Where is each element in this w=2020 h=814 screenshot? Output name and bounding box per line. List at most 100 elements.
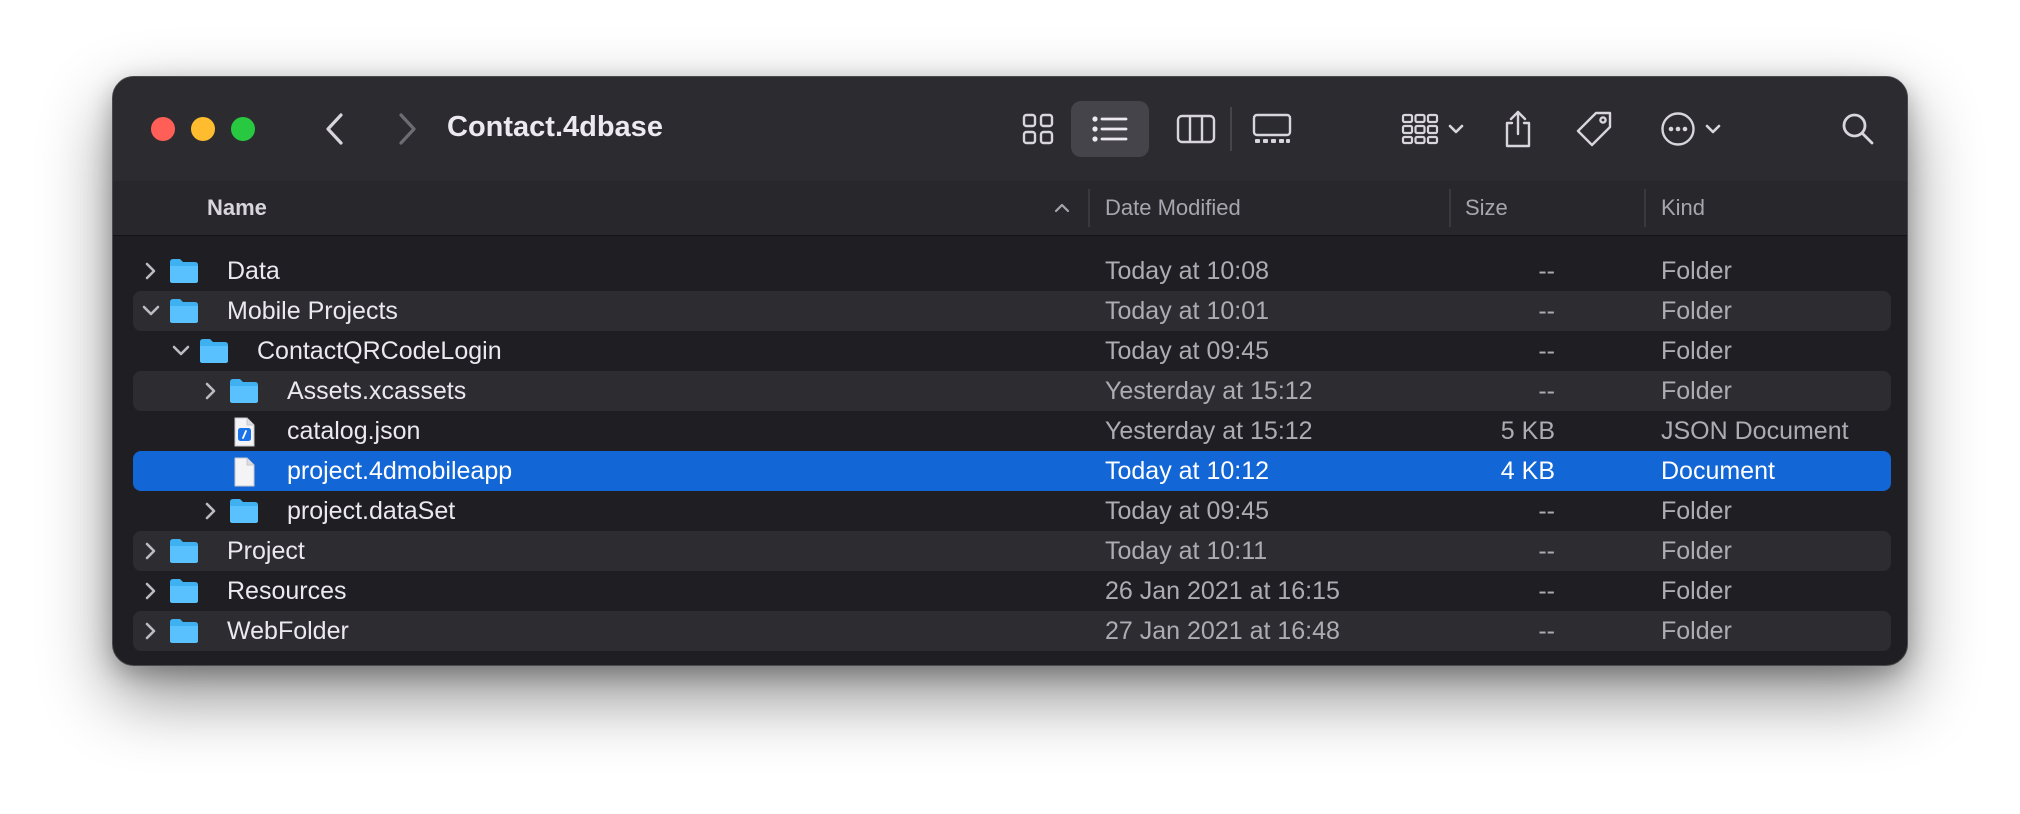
- file-name: WebFolder: [227, 617, 349, 645]
- file-date-modified: 26 Jan 2021 at 16:15: [1105, 577, 1340, 605]
- file-kind: Folder: [1661, 617, 1732, 645]
- file-date-modified: Today at 10:11: [1105, 537, 1268, 565]
- disclosure-collapsed-icon[interactable]: [139, 539, 163, 563]
- file-kind: Folder: [1661, 577, 1732, 605]
- file-date-modified: Today at 10:12: [1105, 457, 1270, 485]
- file-kind: Folder: [1661, 337, 1732, 365]
- file-name: Project: [227, 537, 305, 565]
- file-row[interactable]: Assets.xcassets Yesterday at 15:12 -- Folde…: [133, 371, 1891, 411]
- disclosure-collapsed-icon[interactable]: [199, 499, 223, 523]
- toolbar: Contact.4dbase: [113, 77, 1907, 182]
- tag-icon: [1576, 111, 1612, 147]
- folder-icon: [169, 257, 199, 285]
- file-row[interactable]: Resources 26 Jan 2021 at 16:15 -- Folder: [133, 571, 1891, 611]
- search-button[interactable]: [1833, 101, 1883, 157]
- file-size: --: [1538, 337, 1555, 365]
- file-size: 5 KB: [1500, 417, 1555, 445]
- group-icon: [1401, 113, 1439, 145]
- file-kind: Folder: [1661, 497, 1732, 525]
- maximize-button[interactable]: [231, 117, 255, 141]
- column-view-icon: [1176, 114, 1216, 144]
- folder-icon: [169, 537, 199, 565]
- file-name: ContactQRCodeLogin: [257, 337, 502, 365]
- file-date-modified: 27 Jan 2021 at 16:48: [1105, 617, 1340, 645]
- disclosure-collapsed-icon[interactable]: [199, 379, 223, 403]
- file-row[interactable]: ContactQRCodeLogin Today at 09:45 -- Folder: [133, 331, 1891, 371]
- disclosure-expanded-icon[interactable]: [139, 299, 163, 323]
- file-row[interactable]: project.dataSet Today at 09:45 -- Folder: [133, 491, 1891, 531]
- file-date-modified: Today at 10:08: [1105, 257, 1270, 285]
- toolbar-separator: [1230, 107, 1232, 151]
- forward-button[interactable]: [385, 107, 429, 151]
- column-view-button[interactable]: [1163, 101, 1229, 157]
- minimize-button[interactable]: [191, 117, 215, 141]
- file-size: --: [1538, 577, 1555, 605]
- file-size: --: [1538, 617, 1555, 645]
- group-button[interactable]: [1393, 101, 1473, 157]
- file-size: --: [1538, 297, 1555, 325]
- file-kind: Folder: [1661, 377, 1732, 405]
- list-view-icon: [1092, 116, 1128, 142]
- window-title: Contact.4dbase: [447, 111, 663, 143]
- share-button[interactable]: [1493, 101, 1543, 157]
- column-header-name[interactable]: Name: [207, 181, 267, 235]
- file-name: catalog.json: [287, 417, 421, 445]
- file-row[interactable]: Data Today at 10:08 -- Folder: [133, 251, 1891, 291]
- file-kind: Folder: [1661, 257, 1732, 285]
- file-date-modified: Today at 10:01: [1105, 297, 1270, 325]
- file-name: Data: [227, 257, 280, 285]
- chevron-down-icon: [1448, 124, 1464, 134]
- file-name: project.4dmobileapp: [287, 457, 513, 485]
- file-row[interactable]: project.4dmobileapp Today at 10:12 4 KB Doc…: [133, 451, 1891, 491]
- tag-button[interactable]: [1569, 101, 1619, 157]
- chevron-right-icon: [399, 113, 416, 145]
- close-button[interactable]: [151, 117, 175, 141]
- icon-view-button[interactable]: [1008, 101, 1068, 157]
- file-date-modified: Today at 09:45: [1105, 497, 1270, 525]
- more-actions-button[interactable]: [1649, 101, 1733, 157]
- file-date-modified: Yesterday at 15:12: [1105, 417, 1313, 445]
- file-name: Assets.xcassets: [287, 377, 467, 405]
- search-icon: [1842, 113, 1874, 145]
- file-size: --: [1538, 537, 1555, 565]
- list-view-button[interactable]: [1071, 101, 1149, 157]
- sort-ascending-icon[interactable]: [1053, 201, 1071, 219]
- back-button[interactable]: [313, 107, 357, 151]
- file-row[interactable]: catalog.json Yesterday at 15:12 5 KB JSON D…: [133, 411, 1891, 451]
- file-size: --: [1538, 257, 1555, 285]
- file-row[interactable]: Project Today at 10:11 -- Folder: [133, 531, 1891, 571]
- disclosure-collapsed-icon[interactable]: [139, 619, 163, 643]
- column-header: Name Date Modified Size Kind: [113, 181, 1907, 236]
- file-name: Resources: [227, 577, 347, 605]
- document-icon: [229, 457, 259, 487]
- json-file-icon: [229, 417, 259, 447]
- column-divider[interactable]: [1449, 189, 1451, 227]
- folder-icon: [229, 377, 259, 405]
- file-name: project.dataSet: [287, 497, 456, 525]
- disclosure-collapsed-icon[interactable]: [139, 259, 163, 283]
- file-kind: Document: [1661, 457, 1775, 485]
- column-divider[interactable]: [1088, 189, 1090, 227]
- column-divider[interactable]: [1644, 189, 1646, 227]
- chevron-down-icon: [1705, 124, 1721, 134]
- disclosure-collapsed-icon[interactable]: [139, 579, 163, 603]
- column-header-kind[interactable]: Kind: [1661, 181, 1705, 235]
- column-header-size[interactable]: Size: [1465, 181, 1508, 235]
- file-kind: Folder: [1661, 537, 1732, 565]
- disclosure-expanded-icon[interactable]: [169, 339, 193, 363]
- file-date-modified: Yesterday at 15:12: [1105, 377, 1313, 405]
- chevron-left-icon: [326, 113, 343, 145]
- folder-icon: [169, 617, 199, 645]
- folder-icon: [169, 297, 199, 325]
- file-row[interactable]: Mobile Projects Today at 10:01 -- Folder: [133, 291, 1891, 331]
- file-kind: Folder: [1661, 297, 1732, 325]
- finder-window: Contact.4dbase Name Date Modified Size K…: [112, 76, 1908, 666]
- gallery-view-button[interactable]: [1239, 101, 1305, 157]
- file-size: --: [1538, 497, 1555, 525]
- more-actions-icon: [1661, 112, 1695, 146]
- file-name: Mobile Projects: [227, 297, 398, 325]
- folder-icon: [169, 577, 199, 605]
- file-row[interactable]: WebFolder 27 Jan 2021 at 16:48 -- Folder: [133, 611, 1891, 651]
- column-header-date[interactable]: Date Modified: [1105, 181, 1241, 235]
- file-size: 4 KB: [1500, 457, 1555, 485]
